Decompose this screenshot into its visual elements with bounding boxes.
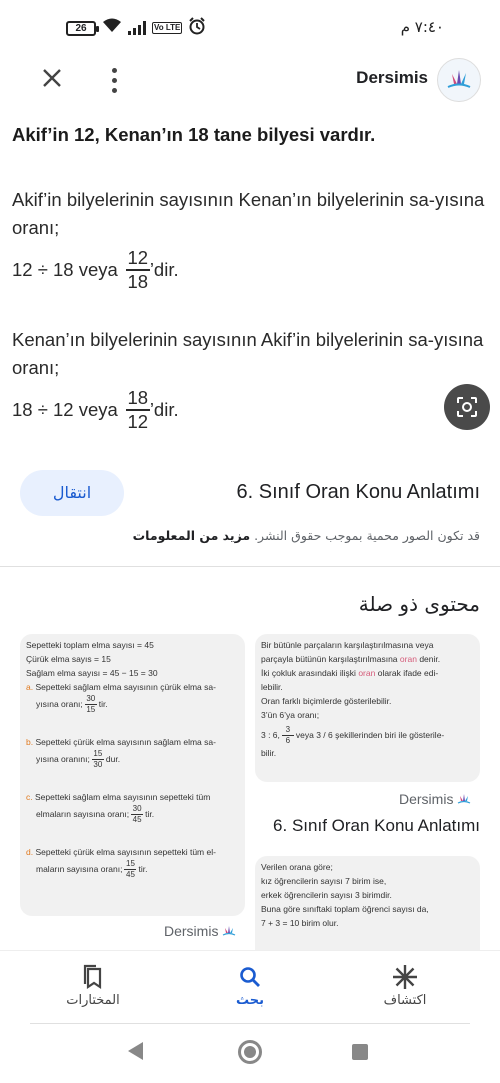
- fraction-numerator: 12: [127, 247, 149, 268]
- preview-text: Akif’in bilyelerinin sayısının Kenan’ın …: [12, 189, 485, 238]
- card-line: maların sayısına oranı;: [36, 863, 123, 874]
- card-line: Sepetteki çürük elma sayısının sağlam el…: [35, 737, 216, 747]
- card-source: Dersimis: [164, 923, 236, 939]
- lens-icon: [457, 397, 477, 417]
- copyright-notice: قد تكون الصور محمية بموجب حقوق النشر. مز…: [20, 528, 480, 543]
- wifi-icon: [102, 18, 122, 38]
- dersimis-logo-icon: [223, 926, 236, 936]
- card-line: Sağlam elma sayısı = 45 − 15 = 30: [26, 668, 158, 678]
- signal-icon: [128, 21, 146, 35]
- card-line: Sepetteki sağlam elma sayısının çürük el…: [35, 682, 216, 692]
- more-options-button[interactable]: [100, 64, 128, 96]
- recents-icon[interactable]: [352, 1044, 368, 1060]
- alarm-icon: [188, 17, 206, 39]
- preview-equation: 18 ÷ 12 veya 18 12 ’dir.: [12, 388, 179, 432]
- nav-label: بحث: [235, 993, 264, 1008]
- close-icon: [43, 69, 61, 87]
- card-line: Verilen orana göre;: [261, 862, 333, 872]
- equation-left: 18 ÷ 12 veya: [12, 399, 118, 420]
- card-title[interactable]: 6. Sınıf Oran Konu Anlatımı: [255, 816, 480, 836]
- card-line: 7 + 3 = 10 birim olur.: [261, 918, 339, 928]
- card-line: Sepetteki toplam elma sayısı = 45: [26, 640, 154, 650]
- preview-equation: 12 ÷ 18 veya 12 18 ’dir.: [12, 248, 179, 292]
- volte-icon: Vo LTE: [152, 22, 183, 34]
- fraction: 36: [281, 725, 294, 746]
- search-icon: [195, 961, 305, 993]
- status-icons: 26 Vo LTE: [66, 17, 206, 39]
- related-card[interactable]: Sepetteki toplam elma sayısı = 45 Çürük …: [20, 634, 245, 916]
- card-line: Sepetteki çürük elma sayısının sepetteki…: [35, 847, 216, 857]
- card-line: elmaların sayısına oranı;: [36, 808, 130, 819]
- related-card[interactable]: Bir bütünle parçaların karşılaştırılması…: [255, 634, 480, 782]
- nav-saved[interactable]: المختارات: [38, 961, 148, 1008]
- site-logo[interactable]: [437, 58, 481, 102]
- fraction: 15 45: [124, 859, 137, 879]
- card-line: 3’ün 6’ya oranı;: [261, 710, 320, 720]
- card-line: Sepetteki sağlam elma sayısının sepettek…: [35, 792, 211, 802]
- preview-text: Kenan’ın bilyelerinin sayısının Akif’in …: [12, 329, 484, 378]
- card-line: yısına oranını;: [36, 753, 90, 764]
- more-info-link[interactable]: مزيد من المعلومات: [133, 528, 250, 543]
- fraction-denominator: 12: [127, 411, 149, 432]
- nav-label: المختارات: [66, 993, 120, 1008]
- related-content-title: محتوى ذو صلة: [358, 592, 480, 616]
- fraction-numerator: 18: [127, 387, 149, 408]
- visit-button[interactable]: انتقال: [20, 470, 124, 516]
- card-line: kız öğrencilerin sayısı 7 birim ise,: [261, 876, 387, 886]
- fraction: 18 12: [125, 387, 150, 432]
- nav-search[interactable]: بحث: [195, 961, 305, 1008]
- fraction: 30 45: [131, 804, 144, 824]
- lens-search-button[interactable]: [444, 384, 490, 430]
- bottom-navigation: المختارات بحث اكتشاف: [0, 950, 500, 1024]
- card-source: Dersimis: [399, 791, 471, 807]
- dersimis-logo-icon: [458, 794, 471, 804]
- home-icon[interactable]: [238, 1040, 262, 1064]
- card-line: Oran farklı biçimlerde gösterilebilir.: [261, 696, 392, 706]
- fraction: 12 18: [125, 247, 150, 292]
- close-button[interactable]: [36, 64, 68, 96]
- equation-suffix: ’dir.: [149, 259, 179, 280]
- site-name[interactable]: Dersimis: [340, 68, 428, 88]
- asterisk-icon: [350, 961, 460, 993]
- more-vert-icon: [111, 67, 117, 73]
- divider: [0, 566, 500, 567]
- card-line: Buna göre sınıftaki toplam öğrenci sayıs…: [261, 904, 429, 914]
- equation-suffix: ’dir.: [149, 399, 179, 420]
- card-line: Çürük elma sayıs = 15: [26, 654, 111, 664]
- item-marker: c.: [26, 792, 33, 802]
- nav-label: اكتشاف: [383, 993, 427, 1008]
- nav-discover[interactable]: اكتشاف: [350, 961, 460, 1008]
- fraction: 30 15: [84, 694, 97, 714]
- card-line: bilir.: [261, 748, 277, 758]
- related-card[interactable]: Verilen orana göre; kız öğrencilerin say…: [255, 856, 480, 950]
- preview-title: Akif’in 12, Kenan’ın 18 tane bilyesi var…: [12, 124, 376, 145]
- battery-icon: 26: [66, 20, 99, 36]
- system-navigation: [0, 1026, 500, 1083]
- fraction: 15 30: [91, 749, 104, 769]
- card-line: Bir bütünle parçaların karşılaştırılması…: [261, 640, 434, 650]
- card-line: yısına oranı;: [36, 698, 83, 709]
- card-line: erkek öğrencilerin sayısı 3 birimdir.: [261, 890, 392, 900]
- card-line: lebilir.: [261, 682, 283, 692]
- item-marker: a.: [26, 682, 34, 692]
- copyright-text: قد تكون الصور محمية بموجب حقوق النشر.: [254, 528, 480, 543]
- fraction-denominator: 18: [127, 271, 149, 292]
- status-bar: 26 Vo LTE ٧:٤٠ م: [0, 0, 500, 56]
- bookmarks-icon: [38, 961, 148, 993]
- dersimis-logo-icon: [447, 70, 471, 88]
- equation-left: 12 ÷ 18 veya: [12, 259, 118, 280]
- back-icon[interactable]: [128, 1042, 143, 1060]
- item-marker: b.: [26, 737, 34, 747]
- divider: [30, 1023, 470, 1024]
- image-preview[interactable]: Akif’in 12, Kenan’ın 18 tane bilyesi var…: [0, 108, 500, 460]
- result-title[interactable]: 6. Sınıf Oran Konu Anlatımı: [140, 481, 480, 504]
- status-time: ٧:٤٠ م: [400, 18, 444, 36]
- item-marker: d.: [26, 847, 34, 857]
